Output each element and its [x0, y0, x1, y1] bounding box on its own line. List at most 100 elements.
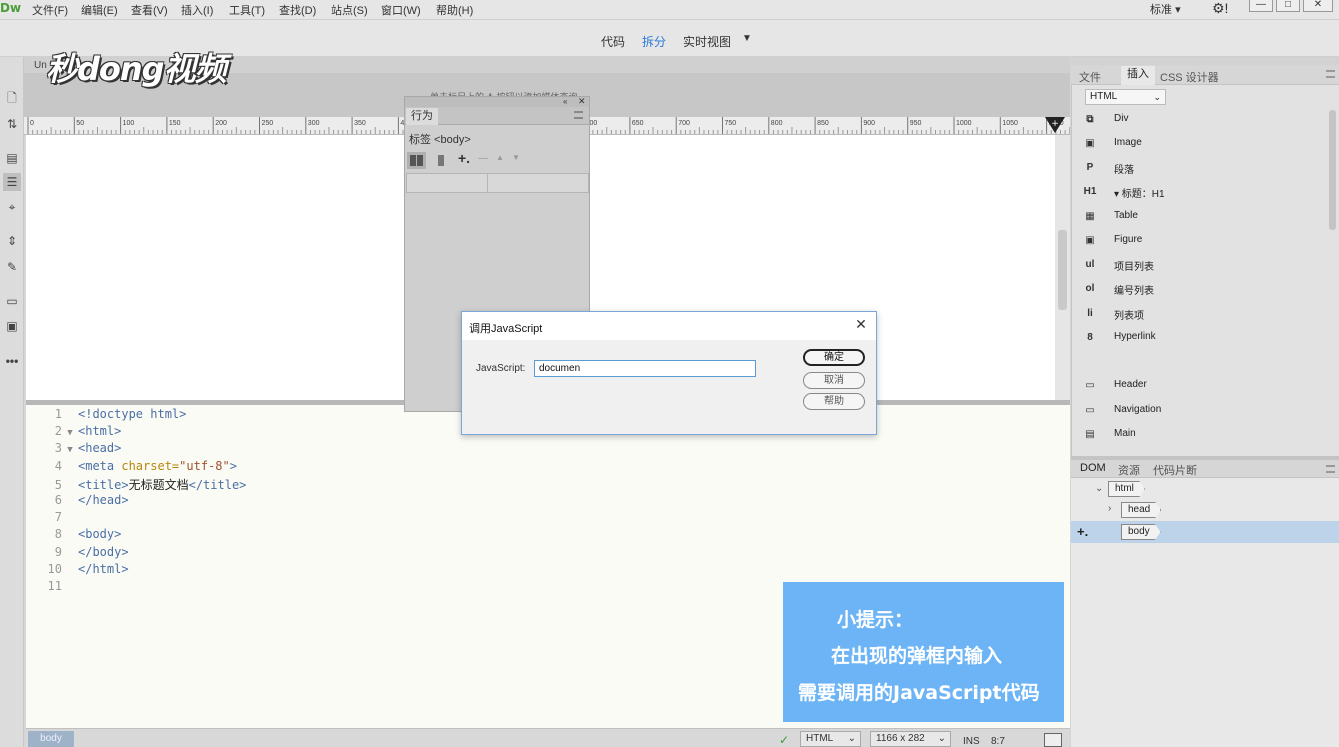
fold-toggle-icon[interactable]: ▼: [62, 428, 78, 438]
new-document-icon[interactable]: 🗋: [3, 89, 21, 107]
cancel-button[interactable]: 取消: [803, 372, 865, 389]
dom-node-html[interactable]: html: [1108, 481, 1145, 497]
close-icon[interactable]: ✕: [578, 96, 586, 107]
insert-figure[interactable]: ▣ Figure: [1083, 230, 1323, 254]
insert-header[interactable]: ▭ Header: [1083, 375, 1323, 399]
add-media-query-icon[interactable]: +: [1045, 117, 1065, 135]
file-manage-icon[interactable]: ▤: [3, 149, 21, 167]
code-line[interactable]: 5 <title>无标题文档</title>: [26, 476, 247, 493]
gear-icon[interactable]: ⚙!: [1212, 0, 1228, 17]
help-button[interactable]: 帮助: [803, 393, 865, 410]
comment-icon[interactable]: ▭: [3, 292, 21, 310]
minimize-button[interactable]: —: [1249, 0, 1273, 12]
chevron-right-icon[interactable]: ›: [1108, 503, 1111, 514]
tab-dom[interactable]: DOM: [1080, 462, 1106, 474]
insert-heading[interactable]: H1 ▾ 标题：H1: [1083, 181, 1323, 205]
insert-scroll-thumb[interactable]: [1329, 110, 1336, 230]
add-behavior-icon[interactable]: +.: [458, 150, 470, 166]
code-line[interactable]: 7: [26, 510, 78, 527]
panel-menu-icon[interactable]: [1326, 70, 1335, 78]
insert-hyperlink[interactable]: 8 Hyperlink: [1083, 327, 1323, 351]
code-line[interactable]: 3 ▼ <head>: [26, 441, 122, 458]
snippet-icon[interactable]: ▣: [3, 317, 21, 335]
insert-image[interactable]: ▣ Image: [1083, 133, 1323, 157]
code-token: <!doctype html>: [78, 407, 187, 421]
menu-insert[interactable]: 插入(I): [181, 2, 213, 18]
window-size-select[interactable]: 1166 x 282 ⌄: [870, 731, 951, 747]
show-all-events-icon[interactable]: [438, 155, 444, 166]
code-line[interactable]: 8 <body>: [26, 527, 122, 544]
code-line[interactable]: 9 </body>: [26, 545, 129, 562]
tab-insert[interactable]: 插入: [1121, 66, 1155, 85]
insert-category-select[interactable]: HTML ⌄: [1085, 89, 1166, 105]
view-live-button[interactable]: 实时视图: [683, 33, 731, 50]
ruler-label: 1000: [956, 120, 972, 127]
ok-button[interactable]: 确定: [803, 349, 865, 366]
panel-menu-icon[interactable]: [1326, 465, 1335, 473]
tag-selector-body[interactable]: body: [28, 731, 74, 747]
dom-node-head[interactable]: head: [1121, 502, 1162, 518]
behaviors-table[interactable]: [406, 173, 589, 193]
add-element-icon[interactable]: +.: [1077, 524, 1088, 539]
workspace-switcher[interactable]: 标准 ▾: [1150, 1, 1181, 17]
view-code-button[interactable]: 代码: [601, 33, 625, 50]
insert-unordered-list[interactable]: ul 项目列表: [1083, 254, 1323, 278]
insert-paragraph[interactable]: P 段落: [1083, 157, 1323, 181]
code-line[interactable]: 11: [26, 579, 78, 596]
insert-ordered-list[interactable]: ol 编号列表: [1083, 278, 1323, 302]
maximize-button[interactable]: □: [1276, 0, 1300, 12]
insert-navigation[interactable]: ▭ Navigation: [1083, 400, 1323, 424]
insert-item-label: 列表项: [1114, 311, 1144, 322]
panel-menu-icon[interactable]: [574, 111, 583, 119]
menu-tools[interactable]: 工具(T): [229, 2, 265, 18]
menu-view[interactable]: 查看(V): [131, 2, 168, 18]
dom-row-body-selected[interactable]: [1071, 521, 1339, 543]
menu-edit[interactable]: 编辑(E): [81, 2, 118, 18]
tab-assets[interactable]: 资源: [1118, 462, 1140, 478]
javascript-input[interactable]: [534, 360, 756, 377]
behaviors-tab[interactable]: 行为: [406, 108, 438, 125]
tab-files[interactable]: 文件: [1079, 69, 1101, 85]
brush-icon[interactable]: ✎: [3, 258, 21, 276]
design-scroll-thumb[interactable]: [1058, 230, 1067, 310]
behaviors-titlebar[interactable]: [405, 97, 589, 107]
menu-window[interactable]: 窗口(W): [381, 2, 421, 18]
close-window-button[interactable]: ✕: [1303, 0, 1333, 12]
remove-behavior-icon[interactable]: —: [478, 153, 488, 164]
code-line[interactable]: 6 </head>: [26, 493, 129, 510]
menu-file[interactable]: 文件(F): [32, 2, 68, 18]
ruler-label: 100: [123, 120, 135, 127]
tab-snippets[interactable]: 代码片断: [1153, 462, 1197, 478]
move-up-icon[interactable]: ▲: [496, 153, 504, 162]
live-view-dropdown-icon[interactable]: ▼: [742, 33, 752, 44]
move-down-icon[interactable]: ▼: [512, 153, 520, 162]
target-icon[interactable]: ⌖: [3, 198, 21, 216]
document-tab[interactable]: Un: [34, 60, 47, 71]
menu-site[interactable]: 站点(S): [331, 2, 368, 18]
sort-icon[interactable]: ⇅: [3, 115, 21, 133]
document-type-select[interactable]: HTML ⌄: [800, 731, 861, 747]
preview-icon[interactable]: [1044, 733, 1062, 747]
chevron-down-icon[interactable]: ⌄: [1095, 483, 1103, 494]
fold-toggle-icon[interactable]: ▼: [62, 445, 78, 455]
collapse-icon[interactable]: «: [563, 97, 567, 106]
show-set-events-icon[interactable]: [407, 152, 426, 169]
menu-help[interactable]: 帮助(H): [436, 2, 473, 18]
code-line[interactable]: 1 <!doctype html>: [26, 407, 187, 424]
insert-table[interactable]: ▦ Table: [1083, 206, 1323, 230]
dom-node-body[interactable]: body: [1121, 524, 1161, 540]
view-split-button[interactable]: 拆分: [642, 33, 666, 50]
javascript-label: JavaScript:: [476, 363, 526, 374]
dialog-close-icon[interactable]: ✕: [853, 316, 869, 334]
format-source-icon[interactable]: ☰: [3, 173, 21, 191]
insert-main[interactable]: ▤ Main: [1083, 424, 1323, 448]
code-line[interactable]: 2 ▼ <html>: [26, 424, 122, 441]
code-line[interactable]: 4 <meta charset="utf-8">: [26, 459, 237, 476]
insert-div[interactable]: ⧉ Div: [1083, 109, 1323, 133]
expand-icon[interactable]: ⇕: [3, 232, 21, 250]
more-icon[interactable]: •••: [3, 352, 21, 370]
tab-css-designer[interactable]: CSS 设计器: [1160, 69, 1219, 85]
insert-list-item[interactable]: li 列表项: [1083, 303, 1323, 327]
menu-find[interactable]: 查找(D): [279, 2, 316, 18]
code-line[interactable]: 10 </html>: [26, 562, 129, 579]
